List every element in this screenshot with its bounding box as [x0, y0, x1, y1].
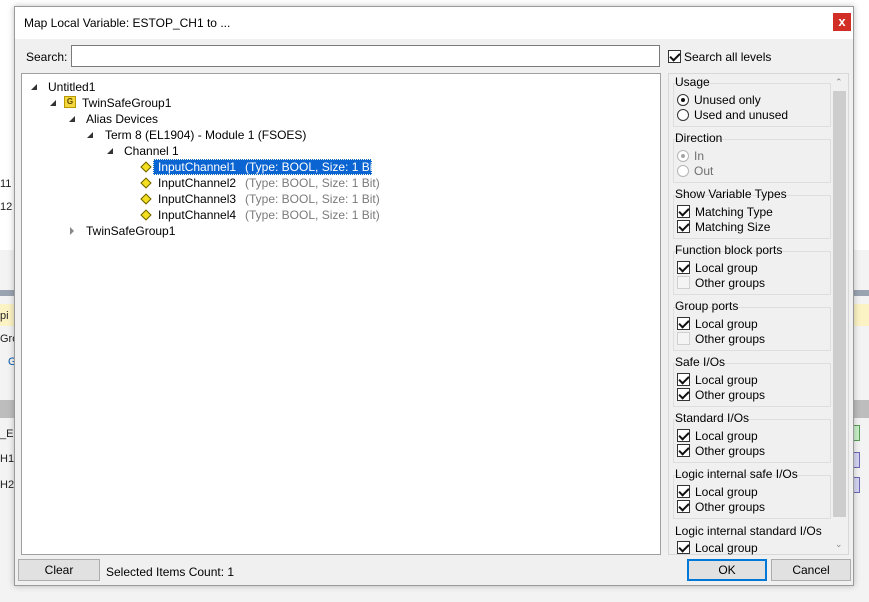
std-other-groups-checkbox[interactable]: Other groups [677, 443, 765, 458]
direction-title: Direction [675, 131, 723, 145]
logic-safe-title: Logic internal safe I/Os [675, 467, 798, 481]
logic-std-title: Logic internal standard I/Os [675, 524, 822, 538]
safe-io-title: Safe I/Os [675, 355, 726, 369]
search-input[interactable] [71, 45, 660, 67]
show-types-title: Show Variable Types [675, 187, 787, 201]
variable-icon [140, 193, 152, 205]
background-text: pi [0, 310, 9, 322]
usage-title: Usage [675, 75, 710, 89]
search-all-levels-label: Search all levels [684, 49, 772, 64]
matching-size-checkbox[interactable]: Matching Size [677, 219, 770, 234]
logic-safe-other-checkbox[interactable]: Other groups [677, 499, 765, 514]
logic-std-local-checkbox[interactable]: Local group [677, 540, 758, 555]
matching-type-checkbox[interactable]: Matching Type [677, 204, 773, 219]
cancel-button[interactable]: Cancel [771, 559, 851, 581]
expand-arrow-icon[interactable] [87, 132, 93, 138]
variable-type: (Type: BOOL, Size: 1 Bit) [245, 192, 380, 206]
tree-node-variable[interactable]: InputChannel2 [158, 175, 236, 191]
tree-node-alias-devices[interactable]: Alias Devices [86, 111, 158, 127]
background-text: 11 [0, 178, 12, 190]
collapse-arrow-icon[interactable] [70, 227, 74, 235]
scroll-up-icon[interactable]: ⌃ [835, 77, 843, 88]
variable-type: (Type: BOOL, Size: 1 Bit) [245, 160, 380, 174]
background-text: H2 [0, 479, 15, 491]
gp-local-group-checkbox[interactable]: Local group [677, 316, 758, 331]
safe-other-groups-checkbox[interactable]: Other groups [677, 387, 765, 402]
expand-arrow-icon[interactable] [50, 100, 56, 106]
background-text: 12 [0, 201, 13, 213]
variable-type: (Type: BOOL, Size: 1 Bit) [245, 208, 380, 222]
direction-out-radio: Out [677, 163, 713, 178]
safe-local-group-checkbox[interactable]: Local group [677, 372, 758, 387]
expand-arrow-icon[interactable] [31, 84, 37, 90]
background-text: H1 [0, 453, 15, 465]
used-and-unused-radio[interactable]: Used and unused [677, 107, 788, 122]
scroll-thumb[interactable] [833, 91, 846, 517]
close-button[interactable]: x [833, 13, 851, 31]
tree-node-term[interactable]: Term 8 (EL1904) - Module 1 (FSOES) [105, 127, 306, 143]
tree-node-variable[interactable]: InputChannel4 [158, 207, 236, 223]
checkbox-icon[interactable] [668, 50, 681, 64]
tree-node-group[interactable]: TwinSafeGroup1 [82, 95, 171, 111]
group-ports-title: Group ports [675, 299, 739, 313]
std-local-group-checkbox[interactable]: Local group [677, 428, 758, 443]
fb-local-group-checkbox[interactable]: Local group [677, 260, 758, 275]
tree-node-variable[interactable]: InputChannel3 [158, 191, 236, 207]
fb-other-groups-checkbox: Other groups [677, 275, 765, 290]
search-all-levels-checkbox[interactable]: Search all levels [668, 49, 771, 64]
variable-tree[interactable]: Untitled1 G TwinSafeGroup1 Alias Devices… [21, 73, 661, 555]
direction-in-radio: In [677, 148, 704, 163]
tree-node-variable[interactable]: InputChannel1 [158, 159, 236, 175]
scroll-down-icon[interactable]: ⌄ [835, 539, 843, 550]
group-icon: G [64, 96, 76, 108]
standard-io-title: Standard I/Os [675, 411, 750, 425]
expand-arrow-icon[interactable] [107, 148, 113, 154]
expand-arrow-icon[interactable] [69, 116, 75, 122]
dialog-titlebar: Map Local Variable: ESTOP_CH1 to ... x [15, 7, 853, 39]
tree-node-group[interactable]: TwinSafeGroup1 [86, 223, 175, 239]
logic-safe-local-checkbox[interactable]: Local group [677, 484, 758, 499]
gp-other-groups-checkbox: Other groups [677, 331, 765, 346]
variable-icon [140, 209, 152, 221]
clear-button[interactable]: Clear [18, 559, 100, 581]
fb-ports-title: Function block ports [675, 243, 783, 257]
dialog-title: Map Local Variable: ESTOP_CH1 to ... [24, 16, 231, 30]
search-label: Search: [26, 50, 68, 64]
variable-icon [140, 161, 152, 173]
unused-only-radio[interactable]: Unused only [677, 92, 761, 107]
tree-node-channel[interactable]: Channel 1 [124, 143, 179, 159]
tree-node-root[interactable]: Untitled1 [48, 79, 95, 95]
map-variable-dialog: Map Local Variable: ESTOP_CH1 to ... x S… [14, 6, 854, 586]
selected-items-count: Selected Items Count: 1 [106, 565, 235, 579]
ok-button[interactable]: OK [687, 559, 767, 581]
options-scrollbar[interactable]: ⌃ ⌄ [831, 75, 848, 553]
variable-icon [140, 177, 152, 189]
variable-type: (Type: BOOL, Size: 1 Bit) [245, 176, 380, 190]
